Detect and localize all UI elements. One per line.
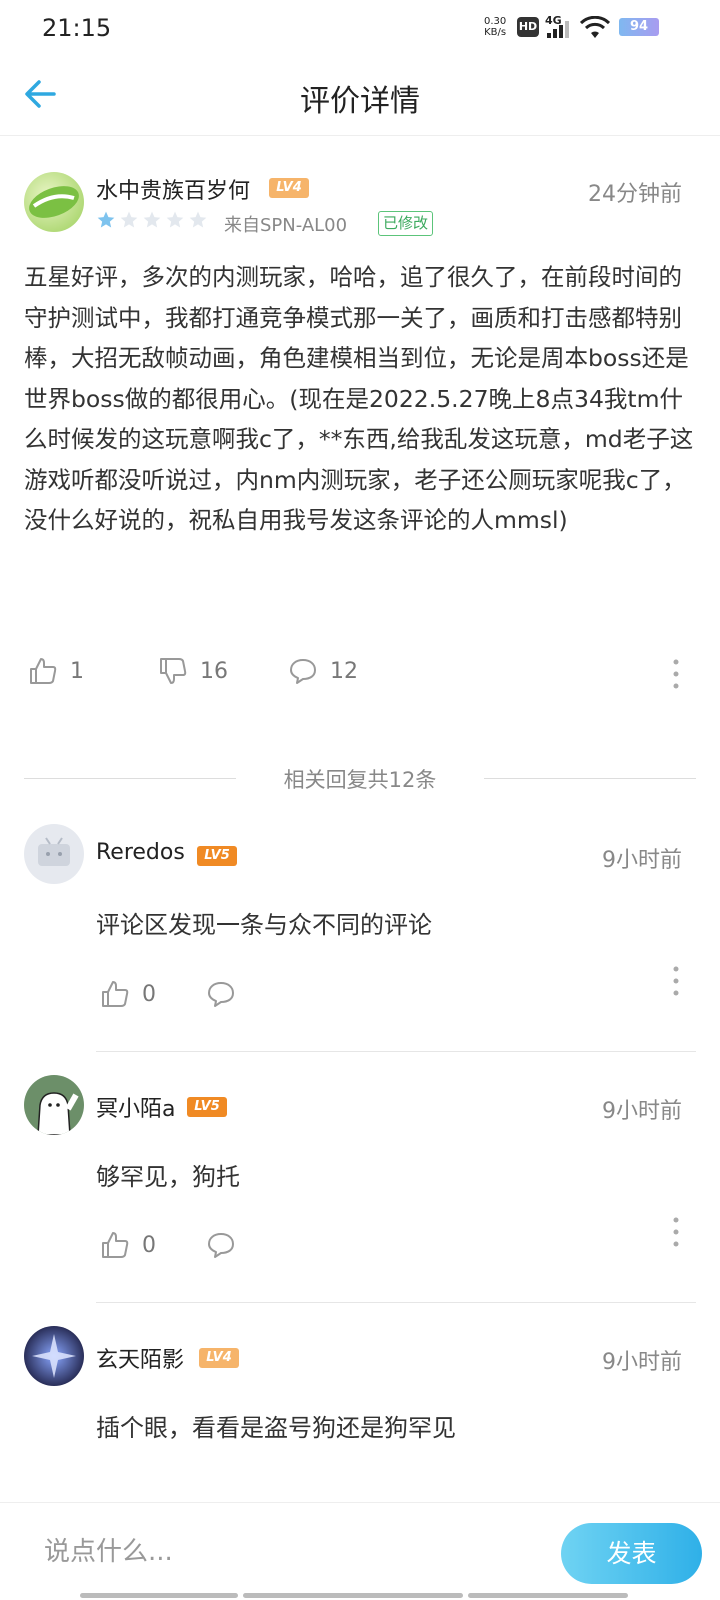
reply-username[interactable]: 冥小陌a — [96, 1091, 175, 1123]
comment-button[interactable]: 12 — [288, 656, 358, 686]
level-badge: LV4 — [269, 178, 309, 198]
status-bar: 21:15 0.30 KB/s HD 4G 94 — [0, 0, 720, 56]
signal-icon: 4G — [545, 14, 575, 40]
like-button[interactable]: 0 — [100, 1230, 156, 1260]
comment-input[interactable]: 说点什么... — [24, 1517, 544, 1587]
wifi-icon — [580, 16, 610, 38]
modified-tag: 已修改 — [378, 211, 434, 236]
dislike-count: 16 — [200, 658, 228, 684]
star-icon — [189, 211, 207, 228]
review-device: 来自SPN-AL00 — [224, 215, 348, 236]
like-button[interactable]: 1 — [28, 656, 84, 686]
default-tv-avatar-icon — [38, 837, 70, 866]
network-speed-unit: KB/s — [484, 27, 507, 38]
battery-indicator: 94 — [619, 18, 659, 36]
page-header: 评价详情 — [0, 56, 720, 136]
reply-time: 9小时前 — [602, 1099, 682, 1124]
more-vertical-icon[interactable] — [666, 1214, 686, 1250]
comment-button[interactable] — [206, 979, 236, 1009]
page-title: 评价详情 — [300, 84, 420, 119]
avatar[interactable] — [24, 824, 84, 884]
status-time: 21:15 — [42, 14, 112, 42]
like-button[interactable]: 0 — [100, 979, 156, 1009]
comment-count: 12 — [330, 658, 358, 684]
replies-count-label: 相关回复共12条 — [283, 768, 437, 792]
comment-button[interactable] — [206, 1230, 236, 1260]
avatar[interactable] — [24, 1326, 84, 1386]
network-speed: 0.30 KB/s — [484, 16, 506, 38]
reply-action-bar: 0 — [0, 1217, 720, 1270]
star-icon — [120, 211, 138, 228]
reply-divider — [96, 1302, 696, 1303]
reply-content: 插个眼，看看是盗号狗还是狗罕见 — [96, 1414, 456, 1442]
thumbs-up-icon — [30, 658, 57, 684]
reply-time: 9小时前 — [602, 1350, 682, 1375]
comment-bar: 说点什么... 发表 — [0, 1502, 720, 1600]
avatar[interactable] — [24, 1075, 84, 1135]
level-badge: LV4 — [199, 1348, 239, 1368]
signal-label: 4G — [545, 14, 562, 27]
level-badge: LV5 — [187, 1097, 227, 1117]
reply-username[interactable]: 玄天陌影 — [96, 1342, 184, 1374]
like-count: 1 — [70, 658, 84, 684]
reply-divider — [96, 1051, 696, 1052]
thumbs-down-icon — [160, 658, 187, 684]
avatar[interactable] — [24, 172, 84, 232]
level-badge: LV5 — [197, 846, 237, 866]
dislike-button[interactable]: 16 — [158, 656, 228, 686]
like-count: 0 — [142, 981, 156, 1007]
more-vertical-icon[interactable] — [666, 656, 686, 692]
reply-time: 9小时前 — [602, 848, 682, 873]
like-count: 0 — [142, 1232, 156, 1258]
sprite-logo-icon — [29, 186, 79, 218]
comment-icon — [290, 659, 316, 684]
hd-badge: HD — [517, 17, 539, 37]
review-action-bar: 1 16 12 — [0, 656, 720, 696]
galaxy-avatar-icon — [32, 1334, 76, 1378]
comment-icon — [208, 1233, 234, 1258]
network-speed-value: 0.30 — [484, 16, 507, 27]
reply-username[interactable]: Reredos — [96, 840, 185, 865]
send-button[interactable]: 发表 — [561, 1523, 702, 1584]
bear-avatar-icon — [37, 1092, 79, 1135]
comment-icon — [208, 982, 234, 1007]
star-icon — [97, 211, 115, 228]
review-time: 24分钟前 — [588, 182, 682, 207]
more-vertical-icon[interactable] — [666, 963, 686, 999]
replies-divider: 相关回复共12条 — [24, 764, 696, 794]
star-rating — [96, 210, 208, 232]
star-icon — [166, 211, 184, 228]
reply-action-bar: 0 — [0, 966, 720, 1019]
reply-content: 评论区发现一条与众不同的评论 — [96, 911, 432, 939]
thumbs-up-icon — [102, 1232, 129, 1258]
reply-content: 够罕见，狗托 — [96, 1163, 240, 1191]
review-content: 五星好评，多次的内测玩家，哈哈，追了很久了，在前段时间的守护测试中，我都打通竞争… — [24, 263, 694, 534]
review-username[interactable]: 水中贵族百岁何 — [96, 173, 250, 205]
star-icon — [143, 211, 161, 228]
gesture-bar — [0, 1592, 720, 1600]
thumbs-up-icon — [102, 981, 129, 1007]
